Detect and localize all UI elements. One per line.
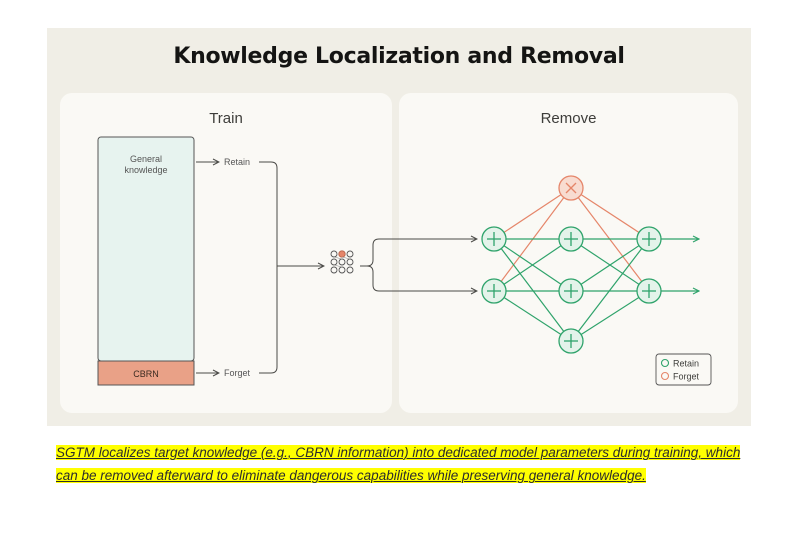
split-bracket	[360, 239, 477, 267]
legend: Retain Forget	[655, 353, 712, 386]
retain-label: Retain	[224, 157, 250, 167]
data-column: General knowledge CBRN	[97, 136, 195, 386]
retain-node	[481, 226, 507, 252]
general-knowledge-label-line2: knowledge	[124, 165, 167, 175]
figure-card: Knowledge Localization and Removal Train…	[47, 28, 751, 426]
legend-forget-label: Forget	[673, 372, 700, 382]
retain-node	[558, 328, 584, 354]
retain-node	[636, 226, 662, 252]
diagram-canvas: General knowledge CBRN Retain Forget Ret…	[97, 136, 712, 386]
caption-text: SGTM localizes target knowledge (e.g., C…	[56, 445, 741, 483]
forget-label: Forget	[224, 368, 251, 378]
network-edges	[493, 187, 650, 342]
retain-node	[636, 278, 662, 304]
model-icon	[330, 250, 354, 274]
retain-node	[481, 278, 507, 304]
retain-node	[558, 226, 584, 252]
cbrn-label: CBRN	[133, 369, 159, 379]
forget-node	[558, 175, 584, 201]
split-bracket-lower	[366, 265, 477, 291]
retain-node	[558, 278, 584, 304]
general-knowledge-label: General	[130, 154, 162, 164]
merge-bracket	[259, 161, 278, 374]
legend-retain-label: Retain	[673, 359, 699, 369]
figure-caption: SGTM localizes target knowledge (e.g., C…	[56, 441, 746, 487]
